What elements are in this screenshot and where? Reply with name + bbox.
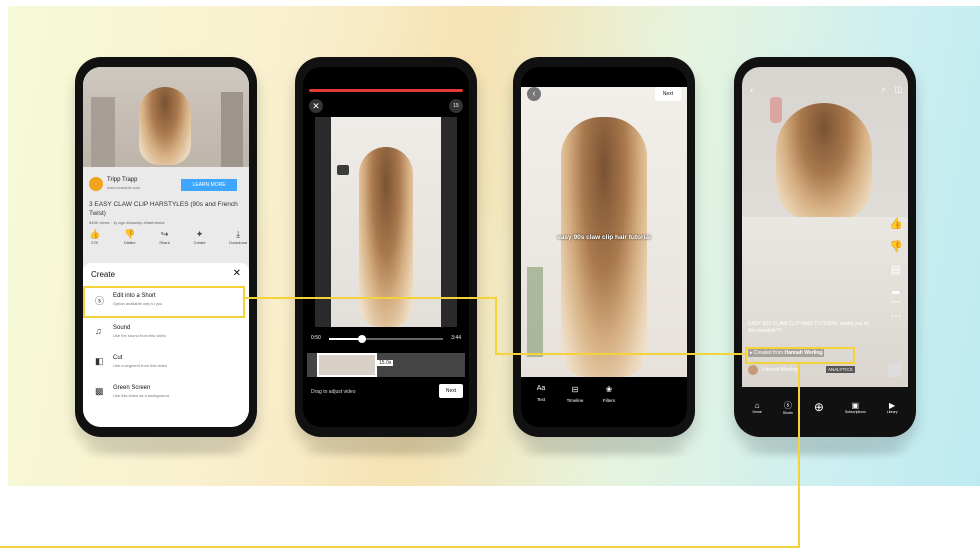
action-bar: 👍 27K 👎 Dislike ↪ Share ✦ Create ⤓ Download [89,229,247,253]
share-button[interactable]: ↪ Share [159,229,170,253]
dislike-button[interactable]: 👎 Dislike [124,229,136,253]
plus-circle-icon: ⊕ [813,400,824,414]
phone-shorts-player: ‹ ⌕ ◫ 👍 👎 ▤ ➦ Share ⋯ EASY 90S CLAW CLIP … [734,57,916,437]
create-button[interactable]: ✦ Create [194,229,206,253]
subscriptions-icon: ▣ [851,400,860,410]
bottom-nav: ⌂ Home ⓢ Shorts ⊕ ▣ Subscriptions ▶ Library [742,387,908,427]
phone-youtube-video: Tripp Trapp www.example.com LEARN MORE 3… [75,57,257,437]
analytics-badge[interactable]: ANALYTICS [826,366,855,373]
time-end: 3:44 [451,335,461,341]
shorts-icon: ⓢ [783,400,792,410]
channel-url: www.example.com [107,185,141,190]
back-icon[interactable]: ‹ [527,87,541,101]
menu-item-sub: Use a segment from this video [113,363,168,368]
camera-icon[interactable]: ◫ [894,85,902,94]
phone-video-trimmer: ✕ 15 0:50 3:44 15.0s Drag to adjust vide… [295,57,477,437]
text-tool-icon: Aa [536,385,546,392]
menu-item-cut[interactable]: ◧ Cut Use a segment from this video [89,349,243,377]
close-icon[interactable]: ✕ [233,268,241,279]
video-preview [315,117,457,327]
close-icon[interactable]: ✕ [309,99,323,113]
menu-item-sound[interactable]: ♫ Sound Use the sound from this video [89,319,243,347]
author-name[interactable]: Hannah Werling [762,367,798,373]
timeline-tool[interactable]: ⊟ Timeline [561,385,589,403]
music-note-icon: ♫ [95,326,102,336]
trim-window[interactable] [317,353,377,377]
share-icon[interactable]: ➦ [888,286,904,299]
nav-create[interactable]: ⊕ [814,400,824,414]
cut-icon: ◧ [95,356,104,366]
channel-name[interactable]: Tripp Trapp [107,177,137,183]
timeline-icon: ⊟ [571,385,579,394]
menu-item-label: Cut [113,355,123,361]
tool-label: Text [536,397,546,402]
connector-line [495,297,497,355]
home-icon: ⌂ [754,400,760,410]
menu-item-sub: Use the sound from this video [113,333,166,338]
nav-home[interactable]: ⌂ Home [752,401,761,414]
menu-item-label: Green Screen [113,385,151,391]
duration-counter[interactable]: 15 [449,99,463,113]
sheet-title: Create [91,270,116,279]
author-avatar[interactable] [748,365,758,375]
download-icon: ⤓ [236,229,241,239]
sound-thumbnail[interactable] [888,363,902,377]
share-icon: ↪ [160,229,169,239]
time-start: 0:50 [311,335,321,341]
edited-video-preview [521,87,687,377]
comments-icon[interactable]: ▤ [888,263,904,276]
video-meta: 548K views · 1y ago #clawclip #hairtutor… [89,220,165,225]
create-icon: ✦ [195,229,204,239]
dislike-icon[interactable]: 👎 [888,240,904,253]
search-icon[interactable]: ⌕ [882,85,886,95]
video-thumbnail[interactable] [83,67,249,167]
like-icon[interactable]: 👍 [888,217,904,230]
connector-line [0,546,800,548]
record-progress-bar [309,89,463,92]
short-video[interactable] [742,67,908,387]
like-icon: 👍 [89,229,101,239]
connector-line [798,362,800,548]
text-tool[interactable]: Aa Text [531,385,551,402]
tool-label: Timeline [566,398,584,403]
like-button[interactable]: 👍 27K [89,229,100,253]
download-button[interactable]: ⤓ Download [229,229,247,253]
green-screen-icon: ▩ [95,386,104,396]
timeline-strip[interactable]: 15.0s [307,353,465,377]
seek-handle[interactable] [357,335,366,343]
connector-line [243,297,497,299]
filters-tool[interactable]: ❀ Filters [597,385,621,403]
phone-shorts-editor: ‹ Next easy 90s claw clip hair tutorial … [513,57,695,437]
more-icon[interactable]: ⋯ [888,309,904,322]
short-caption: EASY 90S CLAW CLIP HAIR TUTORIAL would y… [748,321,870,334]
video-title: 3 EASY CLAW CLIP HARSTYLES (90s and Fren… [89,201,238,217]
seek-bar[interactable] [329,335,443,343]
menu-item-green-screen[interactable]: ▩ Green Screen Use this video as a backg… [89,379,243,407]
highlight-edit-into-short [83,286,245,318]
learn-more-button[interactable]: LEARN MORE [181,179,237,191]
trim-hint: Drag to adjust video [311,389,356,395]
menu-item-label: Sound [113,325,131,331]
dislike-icon: 👎 [124,229,136,239]
connector-line [495,353,745,355]
channel-avatar[interactable] [89,177,103,191]
menu-item-sub: Use this video as a background [113,393,169,398]
nav-library[interactable]: ▶ Library [887,401,898,414]
highlight-created-from [745,347,855,364]
filters-icon: ❀ [605,385,613,394]
next-button[interactable]: Next [655,87,681,101]
next-button[interactable]: Next [439,384,463,398]
video-caption[interactable]: easy 90s claw clip hair tutorial [551,233,657,242]
segment-length: 15.0s [377,360,394,366]
nav-subscriptions[interactable]: ▣ Subscriptions [845,401,866,414]
side-actions: 👍 👎 ▤ ➦ Share ⋯ [888,217,904,322]
tool-label: Filters [602,398,616,403]
nav-shorts[interactable]: ⓢ Shorts [783,400,793,415]
library-icon: ▶ [889,400,896,410]
back-icon[interactable]: ‹ [750,85,753,96]
